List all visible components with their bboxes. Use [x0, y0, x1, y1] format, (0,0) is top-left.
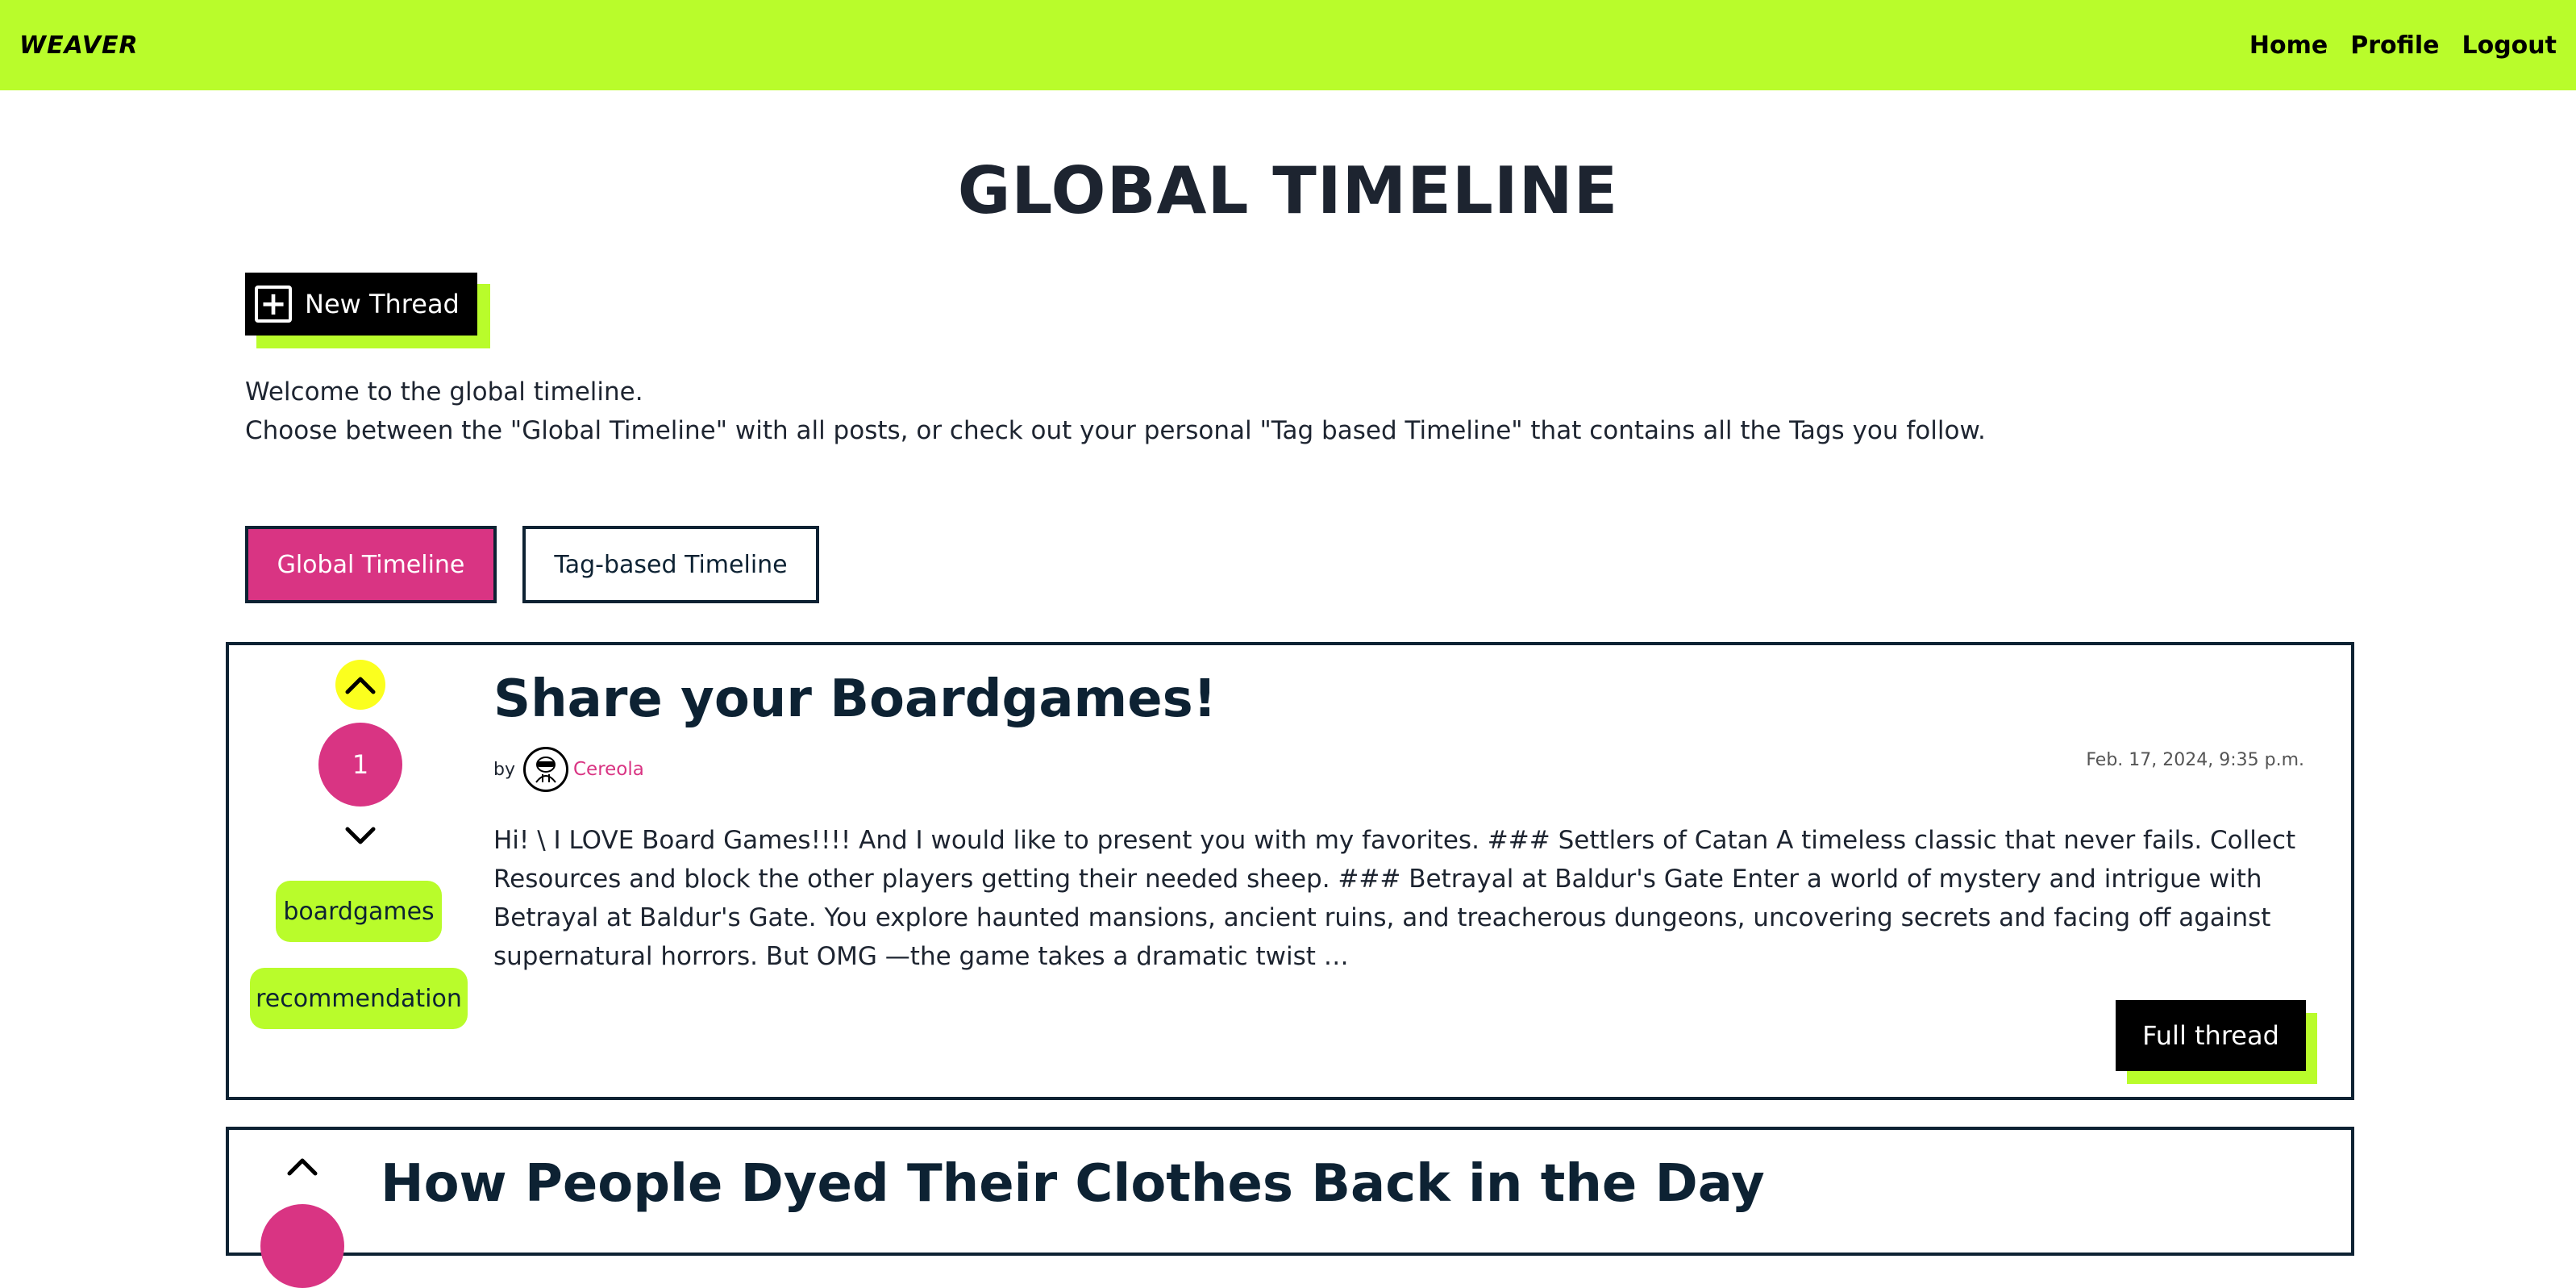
full-thread-button-wrapper: Full thread: [2116, 1000, 2317, 1086]
new-thread-label: New Thread: [305, 289, 460, 319]
chevron-down-icon: [345, 827, 376, 844]
post-title[interactable]: Share your Boardgames!: [493, 669, 1217, 729]
nav-profile-link[interactable]: Profile: [2350, 31, 2439, 60]
post-excerpt: Hi! \ I LOVE Board Games!!!! And I would…: [493, 826, 2296, 971]
tag-recommendation[interactable]: recommendation: [250, 968, 468, 1029]
nav-home-link[interactable]: Home: [2249, 31, 2328, 60]
intro-text: Welcome to the global timeline. Choose b…: [245, 373, 1986, 450]
post-byline: by Cereola: [493, 747, 644, 792]
page-title: GLOBAL TIMELINE: [957, 153, 1619, 228]
plus-icon: +: [255, 286, 292, 323]
vote-count: 1: [318, 723, 402, 807]
new-thread-button[interactable]: + New Thread: [245, 273, 477, 336]
new-thread-button-wrapper: + New Thread: [245, 273, 490, 348]
avatar: [522, 747, 568, 792]
tab-tag-based-timeline[interactable]: Tag-based Timeline: [522, 526, 819, 603]
vote-count: [260, 1204, 344, 1288]
intro-line-2: Choose between the "Global Timeline" wit…: [245, 416, 1986, 445]
chevron-up-icon: [345, 677, 376, 694]
upvote-button[interactable]: [277, 1141, 327, 1191]
tag-boardgames[interactable]: boardgames: [276, 881, 442, 942]
upvote-button[interactable]: [335, 660, 385, 710]
post-card: How People Dyed Their Clothes Back in th…: [226, 1127, 2354, 1288]
post-card: 1 boardgames recommendation Share your B…: [226, 642, 2354, 1100]
post-date: Feb. 17, 2024, 9:35 p.m.: [2086, 750, 2304, 770]
author-link[interactable]: Cereola: [573, 759, 644, 780]
post-title[interactable]: How People Dyed Their Clothes Back in th…: [381, 1154, 1765, 1214]
intro-line-1: Welcome to the global timeline.: [245, 377, 643, 406]
downvote-button[interactable]: [335, 816, 385, 857]
brand-logo[interactable]: WEAVER: [19, 31, 139, 60]
tab-global-timeline[interactable]: Global Timeline: [245, 526, 497, 603]
top-navbar: WEAVER Home Profile Logout: [0, 0, 2576, 90]
full-thread-button[interactable]: Full thread: [2116, 1000, 2306, 1071]
avatar-icon: [535, 757, 556, 783]
nav-links: Home Profile Logout: [2249, 31, 2557, 60]
by-label: by: [493, 759, 515, 780]
nav-logout-link[interactable]: Logout: [2462, 31, 2557, 60]
chevron-up-icon: [287, 1158, 318, 1176]
